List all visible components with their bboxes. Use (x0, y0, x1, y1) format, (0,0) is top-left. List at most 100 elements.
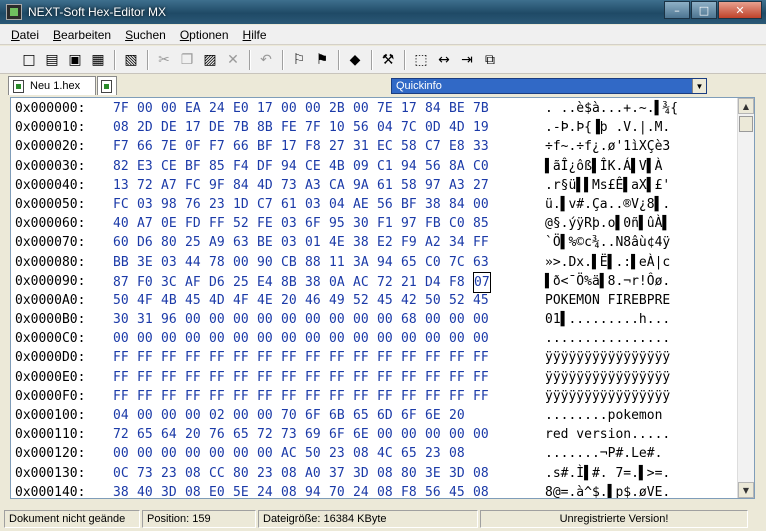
row-hex-bytes[interactable]: 04 00 00 00 02 00 00 70 6F 6B 65 6D 6F 6E 20 (113, 406, 545, 425)
hex-byte[interactable]: A0 (305, 464, 329, 483)
hex-byte[interactable]: 2D (137, 118, 161, 137)
hex-byte[interactable]: 31 (137, 310, 161, 329)
select-icon[interactable]: ⬚ (410, 49, 432, 71)
hex-byte[interactable]: 24 (257, 483, 281, 498)
open-folder-icon[interactable]: ▤ (41, 49, 63, 71)
hex-byte[interactable]: A3 (449, 176, 473, 195)
hex-byte[interactable]: 00 (137, 444, 161, 463)
hex-byte[interactable]: 63 (233, 233, 257, 252)
hex-byte[interactable]: 00 (137, 99, 161, 118)
hex-row[interactable]: 0x000050: FC 03 98 76 23 1D C7 61 03 04 AE 56 BF 38 84 0… (15, 195, 745, 214)
hex-byte[interactable]: D6 (137, 233, 161, 252)
hex-byte[interactable]: 90 (257, 253, 281, 272)
hex-byte[interactable]: 00 (257, 406, 281, 425)
hex-byte[interactable]: CC (209, 464, 233, 483)
hex-byte[interactable]: FF (401, 348, 425, 367)
hex-byte[interactable]: 52 (353, 291, 377, 310)
hex-row[interactable]: 0x0000A0: 50 4F 4B 45 4D 4F 4E 20 46 49 52 45 42 50 52 4… (15, 291, 745, 310)
hex-byte[interactable]: 4D (257, 176, 281, 195)
hex-byte[interactable]: 25 (185, 233, 209, 252)
hex-byte[interactable]: BE (257, 233, 281, 252)
hex-byte[interactable]: 00 (113, 329, 137, 348)
row-ascii[interactable]: .-Þ.Þ{▐þ .V.|.M. (545, 118, 745, 137)
hex-byte[interactable]: 38 (113, 483, 137, 498)
hex-byte[interactable]: 08 (473, 464, 497, 483)
hex-byte[interactable]: FF (233, 348, 257, 367)
hex-byte[interactable]: 00 (233, 406, 257, 425)
hex-byte[interactable]: 69 (305, 425, 329, 444)
row-ascii[interactable]: ................ (545, 329, 745, 348)
hex-row[interactable]: 0x000140: 38 40 3D 08 E0 5E 24 08 94 70 24 08 F8 56 45 0… (15, 483, 745, 498)
hex-byte[interactable]: FB (425, 214, 449, 233)
hex-byte[interactable]: F9 (401, 233, 425, 252)
hex-byte[interactable]: FE (281, 118, 305, 137)
hex-byte[interactable]: 00 (257, 444, 281, 463)
tab-second-document[interactable] (97, 76, 117, 95)
bookmark-icon[interactable]: ◆ (344, 49, 366, 71)
hex-byte[interactable]: 6B (329, 406, 353, 425)
hex-byte[interactable]: 65 (401, 444, 425, 463)
hex-byte[interactable]: 00 (449, 329, 473, 348)
hex-byte[interactable]: C1 (377, 157, 401, 176)
hex-byte[interactable]: DF (257, 157, 281, 176)
hex-byte[interactable]: 17 (281, 137, 305, 156)
hex-byte[interactable]: 85 (473, 214, 497, 233)
chevron-down-icon[interactable]: ▼ (692, 79, 706, 93)
hex-byte[interactable]: FF (377, 368, 401, 387)
hex-byte[interactable]: 97 (401, 214, 425, 233)
hex-byte[interactable]: F4 (233, 157, 257, 176)
hex-byte[interactable]: 97 (425, 176, 449, 195)
hex-byte[interactable]: 00 (377, 425, 401, 444)
row-hex-bytes[interactable]: 87 F0 3C AF D6 25 E4 8B 38 0A AC 72 21 D4 F8 07 (113, 271, 545, 293)
row-hex-bytes[interactable]: 38 40 3D 08 E0 5E 24 08 94 70 24 08 F8 56 45 08 (113, 483, 545, 498)
hex-byte[interactable]: 08 (449, 444, 473, 463)
row-ascii[interactable]: POKEMON FIREBPRE (545, 291, 745, 310)
hex-byte[interactable]: 00 (233, 253, 257, 272)
hex-byte[interactable]: 38 (425, 195, 449, 214)
row-hex-bytes[interactable]: 60 D6 80 25 A9 63 BE 03 01 4E 38 E2 F9 A2 34 FF (113, 233, 545, 252)
row-hex-bytes[interactable]: 82 E3 CE BF 85 F4 DF 94 CE 4B 09 C1 94 56 8A C0 (113, 157, 545, 176)
hex-row[interactable]: 0x000070: 60 D6 80 25 A9 63 BE 03 01 4E 38 E2 F9 A2 34 F… (15, 233, 745, 252)
hex-byte[interactable]: 00 (377, 310, 401, 329)
hex-byte[interactable]: 7E (161, 137, 185, 156)
hex-byte[interactable]: 82 (113, 157, 137, 176)
hex-byte[interactable]: 27 (329, 137, 353, 156)
hex-byte[interactable]: 00 (209, 310, 233, 329)
hex-byte[interactable]: FE (257, 214, 281, 233)
hex-byte[interactable]: 52 (233, 214, 257, 233)
hex-byte[interactable]: 00 (257, 310, 281, 329)
hex-byte[interactable]: 7F (113, 99, 137, 118)
hex-byte[interactable]: DE (161, 118, 185, 137)
hex-byte[interactable]: 94 (377, 253, 401, 272)
hex-byte[interactable]: FF (473, 233, 497, 252)
row-ascii[interactable]: »>.Dx.▌Ë▌.:▌eÀ|c (545, 253, 745, 272)
hex-row[interactable]: 0x000130: 0C 73 23 08 CC 80 23 08 A0 37 3D 08 80 3E 3D 0… (15, 464, 745, 483)
maximize-button[interactable]: □ (691, 1, 717, 19)
row-hex-bytes[interactable]: BB 3E 03 44 78 00 90 CB 88 11 3A 94 65 C0 7C 63 (113, 253, 545, 272)
row-ascii[interactable]: 8@=.à^$.▌p$.øVE. (545, 483, 745, 498)
hex-row[interactable]: 0x0000E0: FF FF FF FF FF FF FF FF FF FF FF FF FF FF FF F… (15, 368, 745, 387)
hex-byte[interactable]: 00 (425, 425, 449, 444)
hex-byte[interactable]: 40 (137, 483, 161, 498)
hex-byte[interactable]: 3E (137, 253, 161, 272)
hex-byte[interactable]: FF (449, 387, 473, 406)
hex-byte[interactable]: 23 (161, 464, 185, 483)
hex-byte[interactable]: FF (233, 387, 257, 406)
hex-byte[interactable]: 00 (257, 329, 281, 348)
hex-byte[interactable]: 00 (185, 329, 209, 348)
hex-byte[interactable]: 7B (233, 118, 257, 137)
hex-byte[interactable]: 56 (425, 483, 449, 498)
hex-byte[interactable]: 0D (425, 118, 449, 137)
hex-byte[interactable]: 00 (329, 329, 353, 348)
hex-byte[interactable]: 4B (161, 291, 185, 310)
hex-byte[interactable]: 03 (281, 214, 305, 233)
hex-byte[interactable]: 94 (305, 483, 329, 498)
hex-byte[interactable]: C0 (473, 157, 497, 176)
hex-byte[interactable]: 24 (353, 483, 377, 498)
hex-byte[interactable]: 00 (449, 310, 473, 329)
hex-byte[interactable]: 00 (305, 310, 329, 329)
hex-byte[interactable]: E3 (137, 157, 161, 176)
hex-byte[interactable]: 04 (329, 195, 353, 214)
print-icon[interactable]: ▧ (120, 49, 142, 71)
hex-byte[interactable]: 6E (425, 406, 449, 425)
